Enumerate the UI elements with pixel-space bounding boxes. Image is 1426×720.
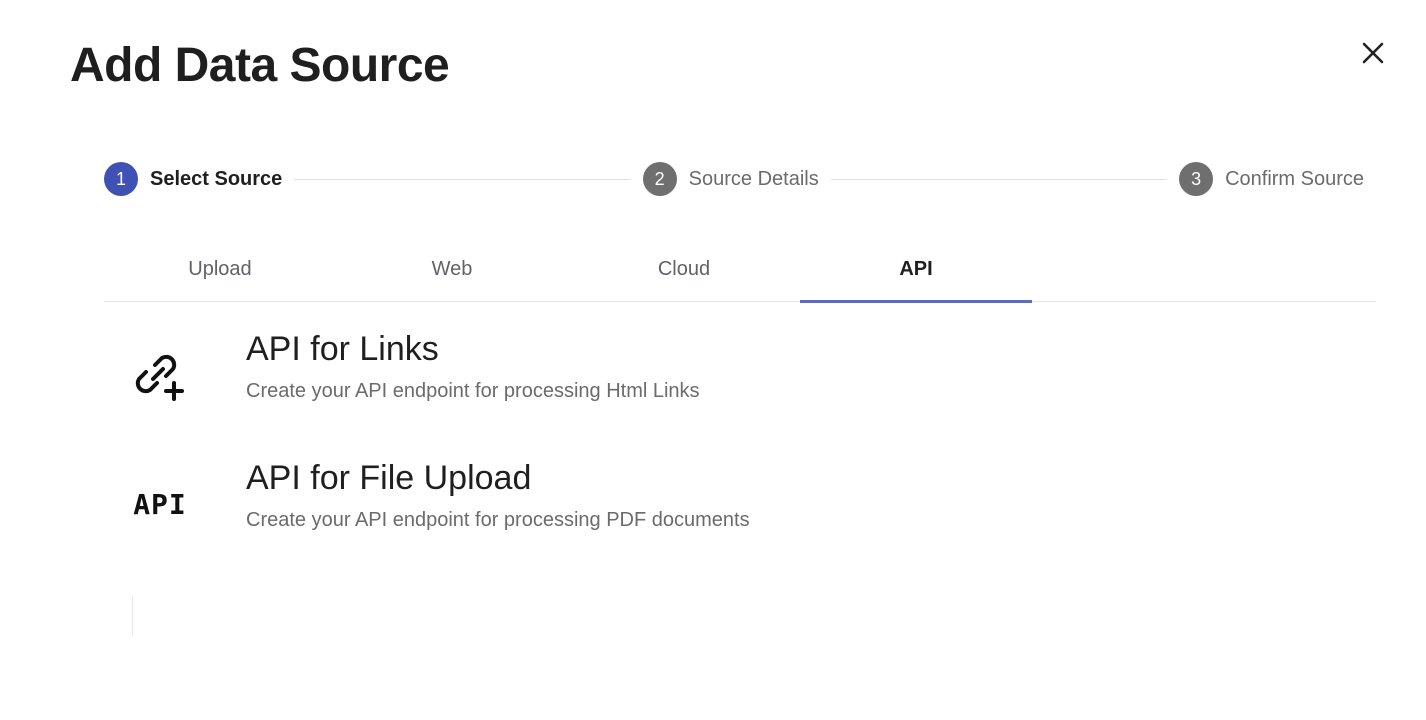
step-confirm-source: 3 Confirm Source	[1179, 162, 1364, 196]
step-number-badge: 2	[642, 162, 677, 196]
option-title: API for File Upload	[246, 459, 532, 497]
step-label: Confirm Source	[1225, 167, 1365, 190]
step-select-source: 1 Select Source	[104, 162, 282, 196]
option-description: Create your API endpoint for processing …	[246, 380, 700, 402]
step-label: Source Details	[688, 167, 819, 190]
close-button[interactable]	[1356, 38, 1390, 72]
option-title: API for Links	[246, 330, 439, 368]
option-api-for-file-upload[interactable]: API API for File Upload Create your API …	[120, 459, 880, 559]
api-icon-text: API	[133, 487, 187, 521]
step-number-badge: 1	[104, 162, 138, 196]
step-label: Select Source	[150, 167, 283, 190]
step-connector	[294, 178, 631, 180]
add-data-source-dialog: Add Data Source 1 Select Source 2 Source…	[0, 0, 1426, 720]
tab-cloud[interactable]: Cloud	[568, 238, 800, 301]
link-add-icon	[120, 340, 200, 410]
option-api-for-links[interactable]: API for Links Create your API endpoint f…	[120, 330, 880, 430]
divider	[132, 596, 133, 636]
stepper: 1 Select Source 2 Source Details 3 Confi…	[104, 161, 1364, 197]
step-source-details: 2 Source Details	[642, 162, 819, 196]
dialog-title: Add Data Source	[70, 39, 450, 92]
step-connector	[830, 178, 1168, 180]
api-icon: API	[120, 469, 200, 539]
option-description: Create your API endpoint for processing …	[246, 509, 750, 531]
tab-web[interactable]: Web	[336, 238, 568, 301]
source-type-tabs: Upload Web Cloud API	[104, 238, 1376, 303]
close-icon[interactable]	[1360, 40, 1386, 71]
tab-upload[interactable]: Upload	[104, 238, 336, 301]
tab-api[interactable]: API	[800, 238, 1032, 303]
step-number-badge: 3	[1179, 162, 1214, 196]
